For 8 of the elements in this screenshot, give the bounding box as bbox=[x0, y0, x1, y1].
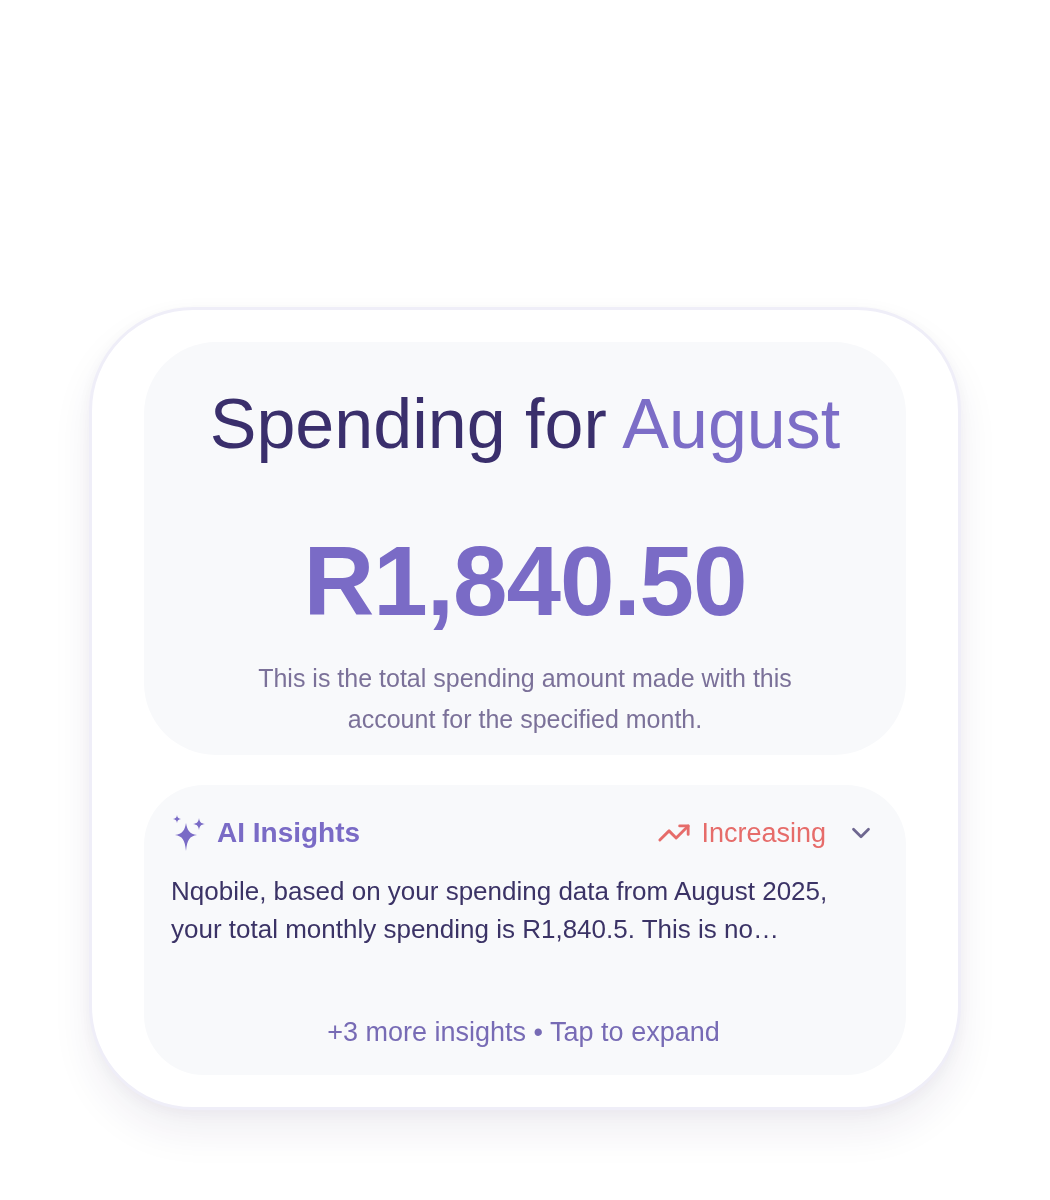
trend-label: Increasing bbox=[701, 817, 826, 849]
ai-insights-panel[interactable]: AI Insights Increasing Nqobile, based on your spending data from August 2025, your total monthly spending is R1,840.5. This is no… +3 more insights • Tap to expand bbox=[144, 785, 906, 1075]
more-insights-hint[interactable]: +3 more insights • Tap to expand bbox=[327, 1017, 720, 1047]
insights-heading: AI Insights bbox=[217, 817, 361, 849]
spending-amount: R1,840.50 bbox=[303, 526, 747, 636]
spending-description: This is the total spending amount made with this account for the specified month. bbox=[257, 663, 793, 735]
spending-title: Spending for August bbox=[209, 384, 841, 465]
insight-text: Nqobile, based on your spending data from August 2025, your total monthly spending is R1,840.5. This is no… bbox=[171, 875, 829, 946]
